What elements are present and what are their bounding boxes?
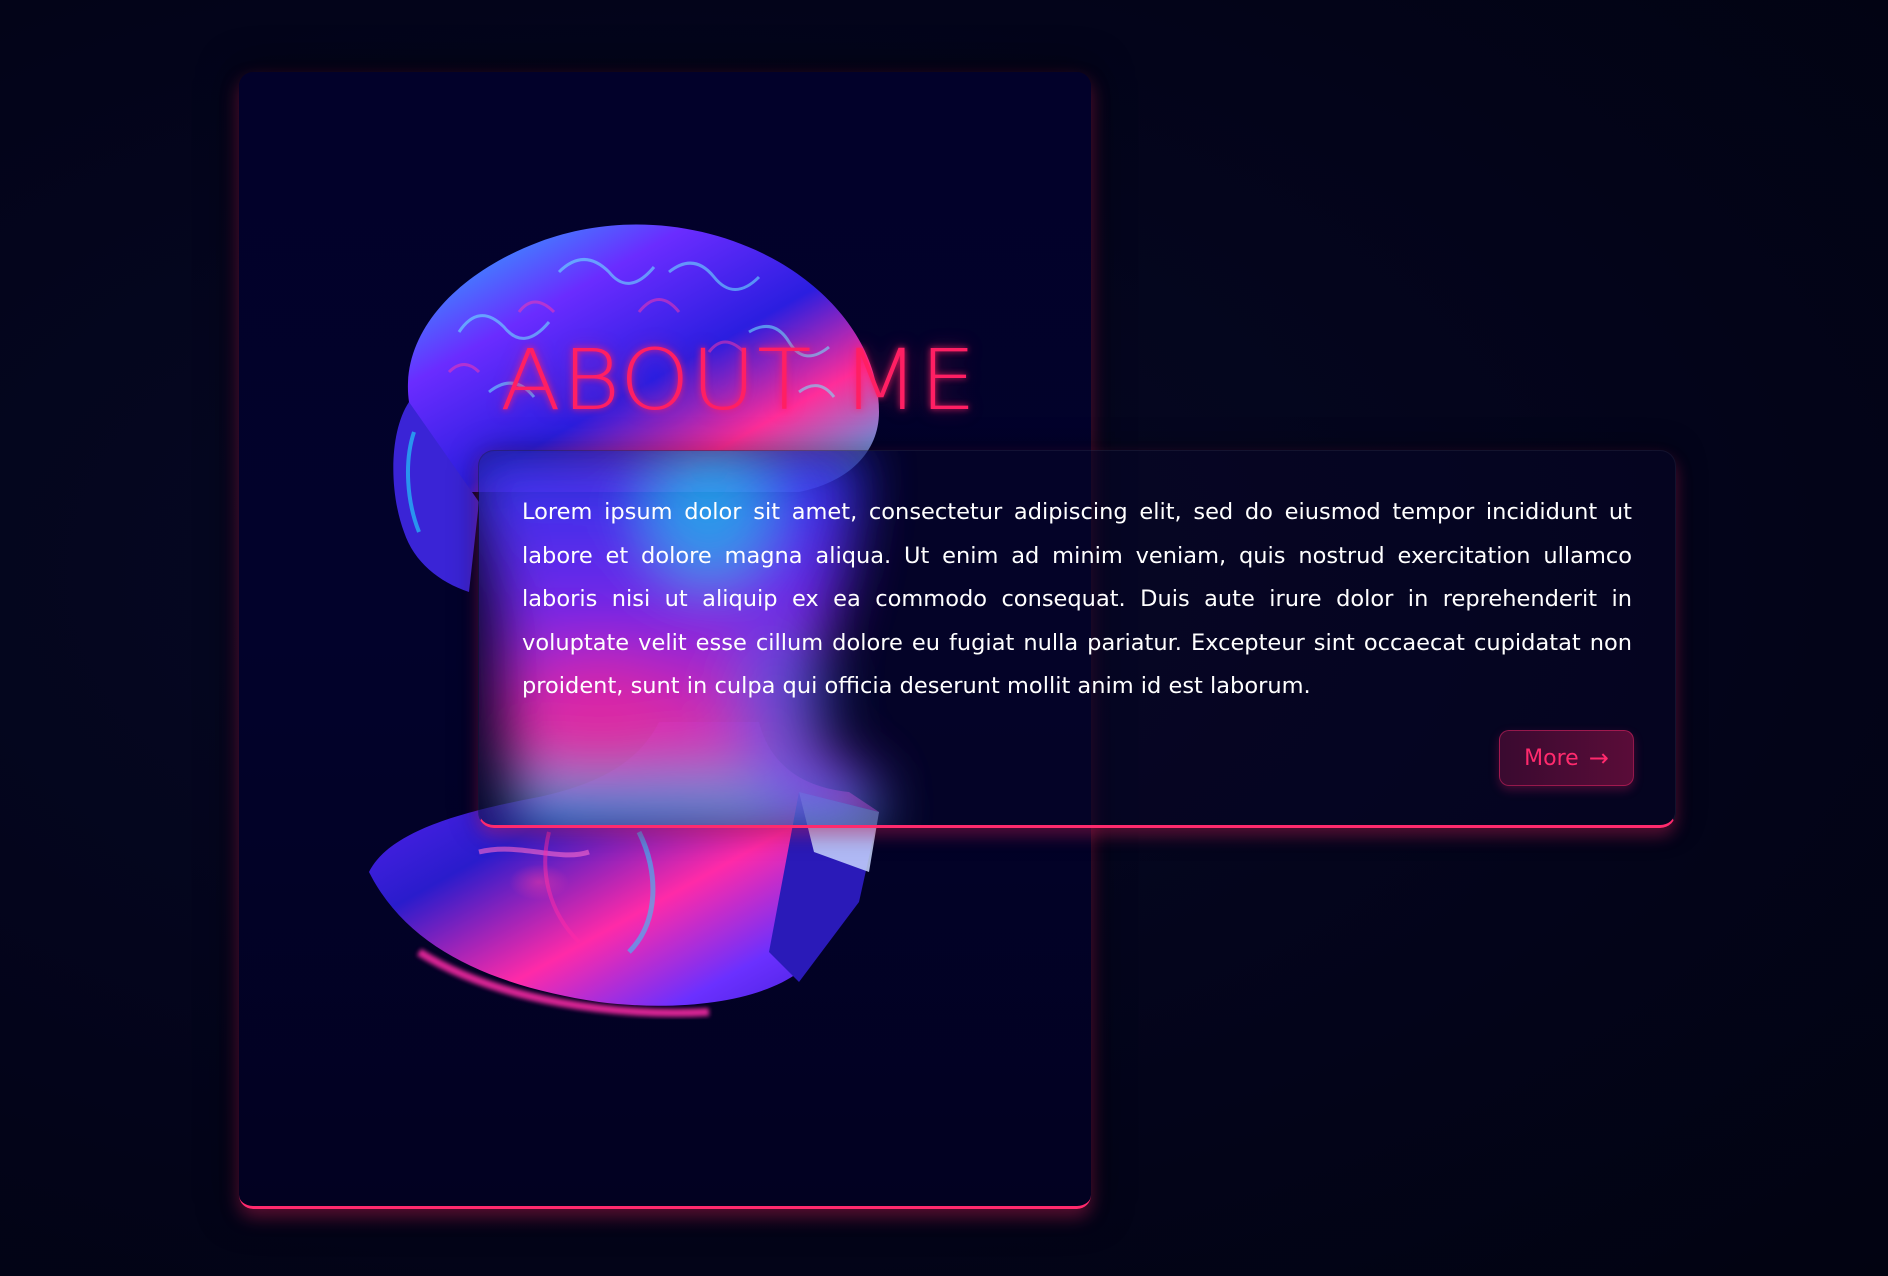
page-title: ABOUT ME (500, 331, 978, 429)
about-body-text: Lorem ipsum dolor sit amet, consectetur … (522, 499, 1632, 699)
more-button-label: More (1524, 745, 1579, 771)
arrow-right-icon: → (1588, 744, 1609, 772)
about-text-card: Lorem ipsum dolor sit amet, consectetur … (478, 450, 1676, 828)
more-button[interactable]: More → (1499, 730, 1634, 786)
